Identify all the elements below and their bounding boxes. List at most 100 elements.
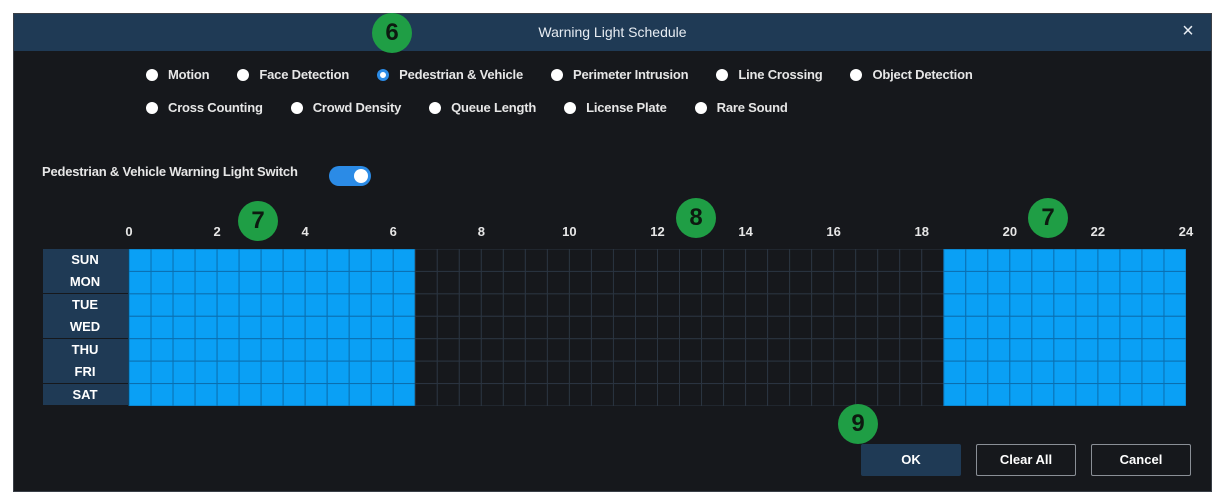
schedule-cell-active[interactable] [282, 338, 306, 362]
schedule-cell-active[interactable] [348, 315, 372, 340]
schedule-cell-inactive[interactable] [436, 293, 460, 317]
schedule-cell-inactive[interactable] [480, 315, 504, 340]
schedule-cell-inactive[interactable] [811, 293, 835, 317]
schedule-cell-active[interactable] [370, 270, 394, 295]
schedule-cell-inactive[interactable] [546, 249, 570, 272]
schedule-cell-inactive[interactable] [414, 249, 438, 272]
schedule-cell-active[interactable] [216, 383, 240, 406]
schedule-cell-inactive[interactable] [811, 315, 835, 340]
schedule-cell-inactive[interactable] [679, 338, 703, 362]
schedule-cell-active[interactable] [1075, 270, 1099, 295]
schedule-cell-active[interactable] [1009, 270, 1033, 295]
radio-option[interactable]: Line Crossing [716, 67, 823, 82]
radio-unselected-icon[interactable] [551, 68, 563, 81]
schedule-cell-inactive[interactable] [634, 360, 659, 385]
schedule-cell-active[interactable] [150, 338, 174, 362]
schedule-cell-inactive[interactable] [679, 249, 703, 272]
schedule-cell-active[interactable] [238, 270, 262, 295]
schedule-cell-active[interactable] [1141, 270, 1165, 295]
schedule-cell-active[interactable] [1119, 338, 1143, 362]
schedule-cell-inactive[interactable] [568, 338, 592, 362]
schedule-cell-active[interactable] [128, 360, 152, 385]
schedule-cell-inactive[interactable] [657, 383, 681, 406]
schedule-cell-active[interactable] [260, 338, 284, 362]
schedule-cell-inactive[interactable] [701, 315, 725, 340]
schedule-cell-active[interactable] [370, 249, 394, 272]
schedule-cell-inactive[interactable] [414, 293, 438, 317]
schedule-cell-active[interactable] [260, 383, 284, 406]
schedule-cell-active[interactable] [326, 270, 350, 295]
schedule-cell-inactive[interactable] [568, 383, 592, 406]
schedule-cell-active[interactable] [1097, 315, 1121, 340]
schedule-cell-inactive[interactable] [899, 338, 923, 362]
schedule-cell-active[interactable] [1009, 360, 1033, 385]
schedule-cell-active[interactable] [987, 249, 1011, 272]
radio-unselected-icon[interactable] [429, 101, 442, 114]
schedule-cell-inactive[interactable] [568, 270, 592, 295]
radio-option[interactable]: Face Detection [237, 67, 349, 82]
schedule-cell-inactive[interactable] [877, 338, 901, 362]
schedule-cell-inactive[interactable] [745, 338, 769, 362]
schedule-cell-active[interactable] [1009, 293, 1033, 317]
schedule-cell-active[interactable] [216, 249, 240, 272]
schedule-cell-inactive[interactable] [767, 383, 791, 406]
radio-selected-icon[interactable] [377, 68, 390, 81]
schedule-cell-inactive[interactable] [701, 338, 725, 362]
schedule-cell-inactive[interactable] [590, 338, 614, 362]
schedule-cell-active[interactable] [987, 293, 1011, 317]
schedule-cell-inactive[interactable] [524, 249, 548, 272]
schedule-cell-inactive[interactable] [458, 383, 482, 406]
schedule-cell-inactive[interactable] [612, 360, 636, 385]
schedule-cell-active[interactable] [1141, 315, 1165, 340]
schedule-cell-active[interactable] [370, 360, 394, 385]
schedule-cell-inactive[interactable] [767, 249, 791, 272]
schedule-cell-inactive[interactable] [634, 338, 659, 362]
schedule-cell-inactive[interactable] [899, 249, 923, 272]
schedule-cell-inactive[interactable] [767, 338, 791, 362]
radio-unselected-icon[interactable] [146, 101, 158, 114]
schedule-cell-active[interactable] [172, 293, 196, 317]
schedule-cell-inactive[interactable] [612, 315, 636, 340]
schedule-cell-inactive[interactable] [679, 360, 703, 385]
radio-unselected-icon[interactable] [716, 68, 729, 81]
schedule-cell-active[interactable] [304, 338, 328, 362]
schedule-cell-active[interactable] [1097, 249, 1121, 272]
schedule-cell-active[interactable] [238, 383, 262, 406]
schedule-cell-inactive[interactable] [524, 360, 548, 385]
schedule-cell-active[interactable] [392, 293, 416, 317]
schedule-cell-active[interactable] [348, 270, 372, 295]
schedule-cell-inactive[interactable] [679, 293, 703, 317]
schedule-cell-inactive[interactable] [789, 249, 813, 272]
schedule-cell-active[interactable] [172, 270, 196, 295]
radio-option[interactable]: Object Detection [850, 67, 973, 82]
schedule-cell-inactive[interactable] [789, 360, 813, 385]
radio-option[interactable]: Perimeter Intrusion [551, 67, 689, 82]
schedule-cell-active[interactable] [216, 270, 240, 295]
schedule-cell-inactive[interactable] [458, 293, 482, 317]
schedule-cell-inactive[interactable] [524, 338, 548, 362]
schedule-cell-active[interactable] [1119, 249, 1143, 272]
schedule-cell-inactive[interactable] [458, 315, 482, 340]
schedule-cell-inactive[interactable] [921, 249, 945, 272]
schedule-cell-active[interactable] [260, 315, 284, 340]
radio-option[interactable]: Rare Sound [694, 100, 788, 115]
schedule-cell-active[interactable] [282, 360, 306, 385]
schedule-cell-active[interactable] [1119, 383, 1143, 406]
schedule-cell-active[interactable] [194, 338, 218, 362]
ok-button[interactable]: OK [861, 444, 961, 476]
schedule-cell-active[interactable] [216, 315, 240, 340]
schedule-cell-active[interactable] [194, 270, 218, 295]
schedule-cell-active[interactable] [282, 270, 306, 295]
schedule-cell-inactive[interactable] [546, 360, 570, 385]
schedule-cell-inactive[interactable] [855, 315, 879, 340]
schedule-cell-active[interactable] [348, 293, 372, 317]
radio-option[interactable]: Crowd Density [290, 100, 401, 115]
schedule-cell-inactive[interactable] [524, 383, 548, 406]
schedule-cell-active[interactable] [238, 293, 262, 317]
schedule-cell-inactive[interactable] [701, 270, 725, 295]
schedule-cell-inactive[interactable] [811, 249, 835, 272]
radio-unselected-icon[interactable] [290, 101, 303, 114]
schedule-cell-active[interactable] [172, 249, 196, 272]
schedule-cell-active[interactable] [1141, 383, 1165, 406]
schedule-cell-active[interactable] [194, 383, 218, 406]
